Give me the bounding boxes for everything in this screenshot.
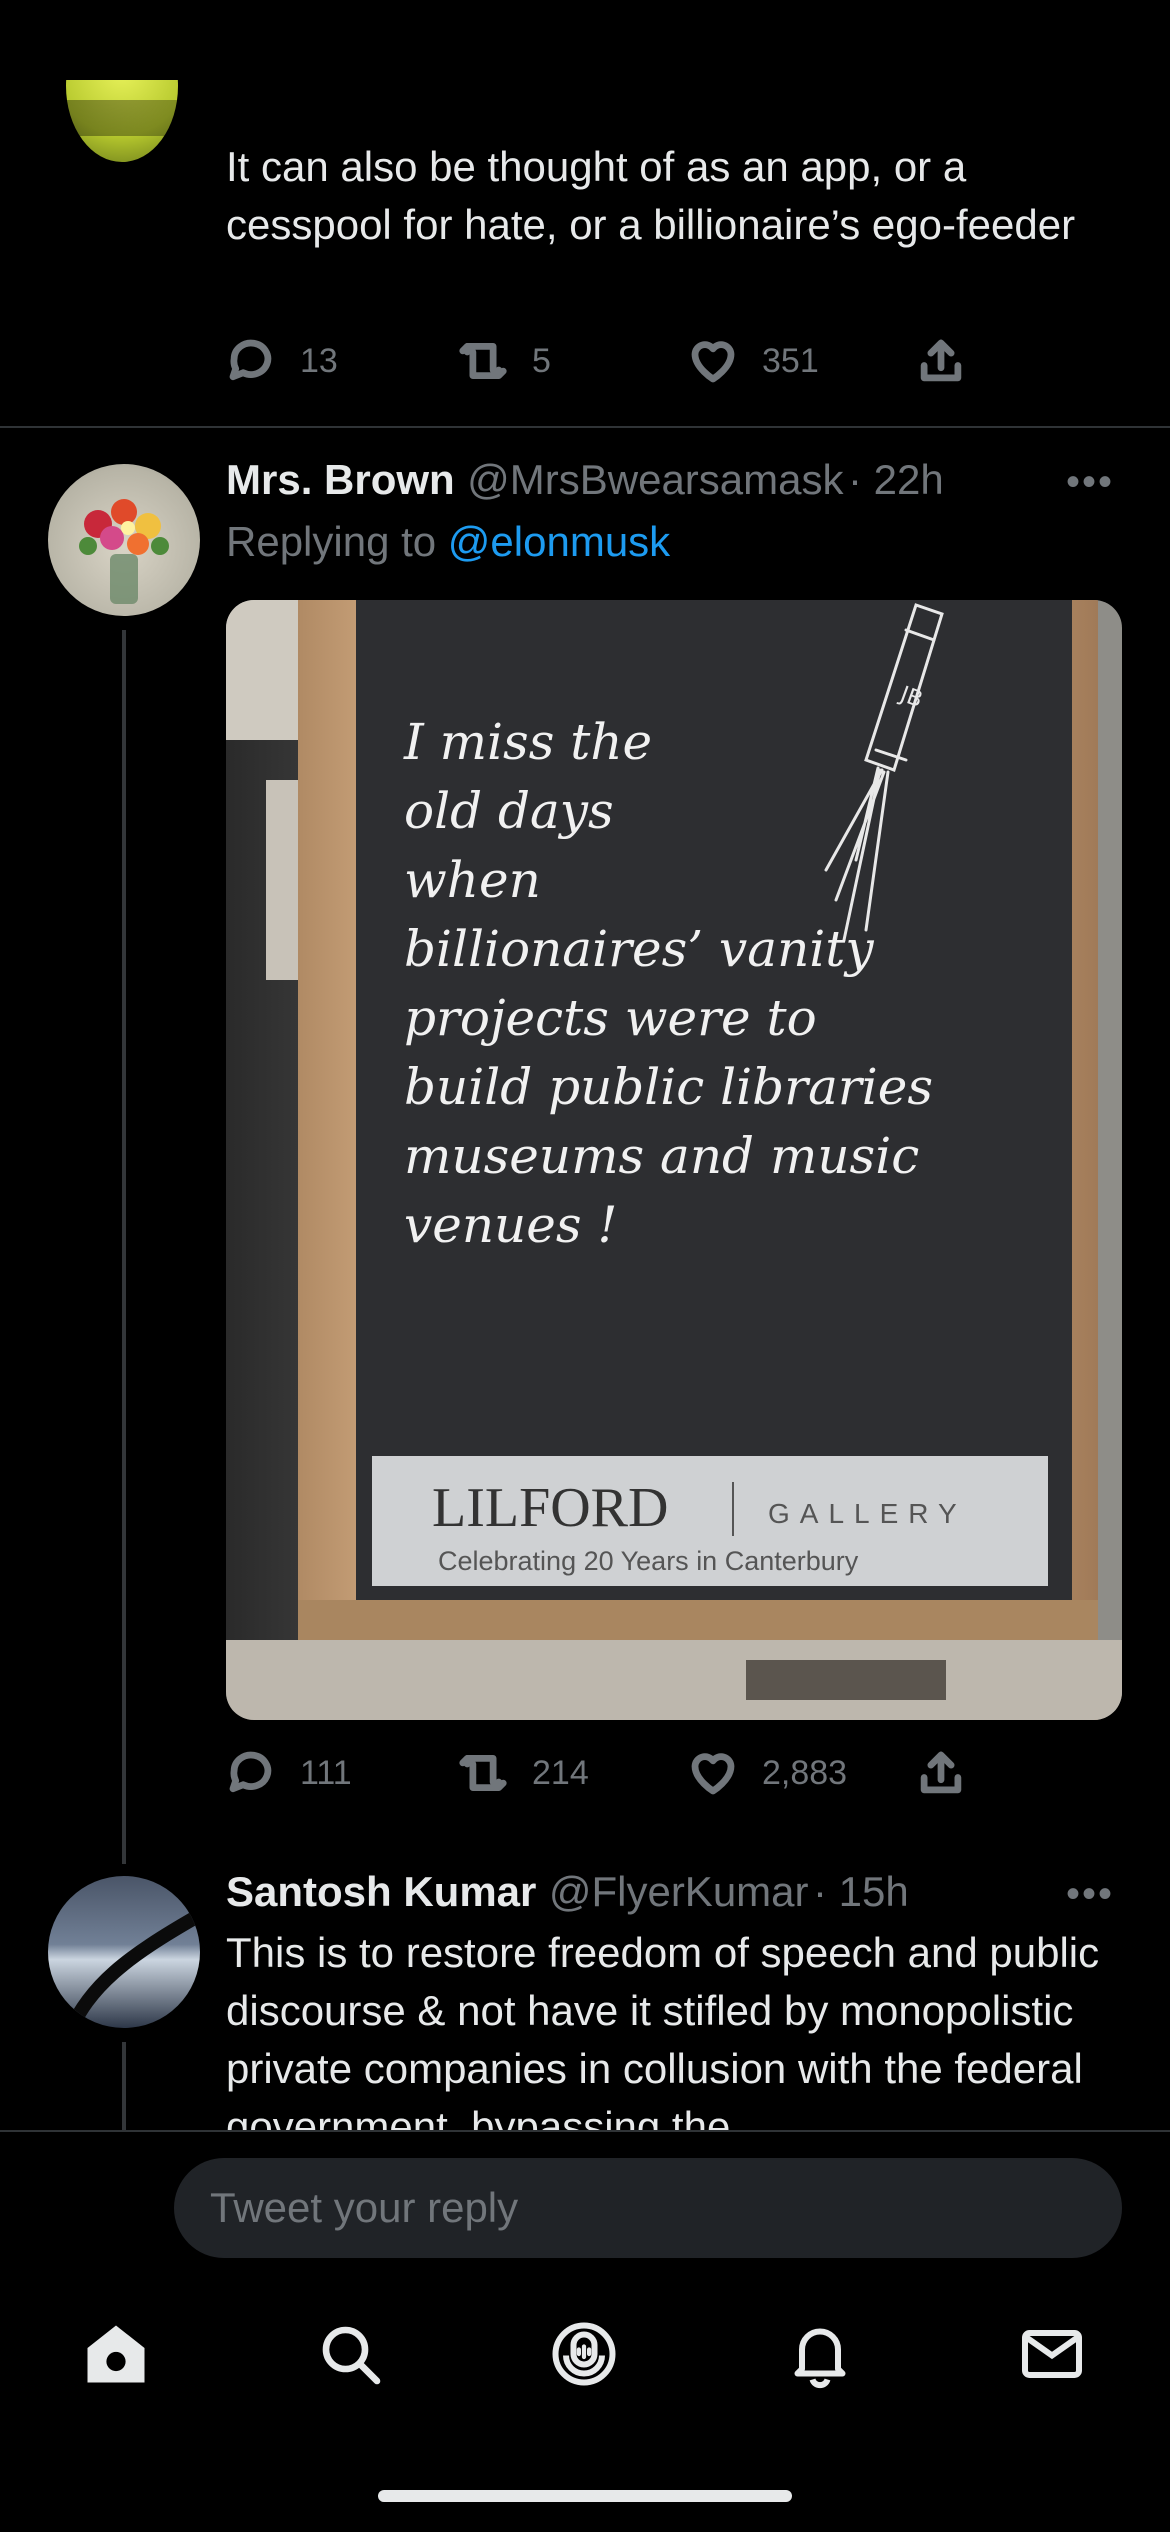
- reply-placeholder: Tweet your reply: [210, 2184, 519, 2231]
- chalk-line: museums and music: [404, 1127, 920, 1185]
- home-indicator[interactable]: [378, 2490, 792, 2502]
- tweet-divider: [0, 426, 1170, 428]
- username[interactable]: @FlyerKumar: [549, 1868, 809, 1915]
- reply-count: 13: [300, 341, 338, 380]
- retweet-count: 5: [532, 341, 551, 380]
- home-icon[interactable]: [80, 2318, 152, 2390]
- reply-icon: [229, 1751, 272, 1793]
- retweet-button[interactable]: 214: [456, 1746, 589, 1800]
- reply-input[interactable]: Tweet your reply: [174, 2158, 1122, 2258]
- reply-button[interactable]: 13: [224, 334, 338, 388]
- chalk-line: I miss the: [404, 713, 653, 771]
- like-count: 351: [762, 341, 819, 380]
- timestamp[interactable]: · 22h: [848, 456, 944, 503]
- chalk-line: venues !: [404, 1196, 618, 1254]
- chalkboard-text: I miss the old days when billionaires’ v…: [404, 708, 1024, 1260]
- reply-button[interactable]: 111: [224, 1746, 352, 1800]
- username[interactable]: @MrsBwearsamask: [467, 456, 843, 503]
- heart-icon: [691, 1753, 735, 1795]
- timestamp[interactable]: · 15h: [813, 1868, 909, 1915]
- gallery-sign: LILFORD GALLERY Celebrating 20 Years in …: [372, 1456, 1048, 1586]
- sign-caption: Celebrating 20 Years in Canterbury: [438, 1546, 859, 1576]
- display-name[interactable]: Santosh Kumar: [226, 1868, 536, 1915]
- like-button[interactable]: 351: [686, 334, 819, 388]
- chalk-line: old days: [404, 782, 614, 840]
- mail-icon[interactable]: [1016, 2318, 1088, 2390]
- reply-count: 111: [300, 1753, 352, 1792]
- avatar[interactable]: [48, 464, 200, 616]
- share-button[interactable]: [914, 1746, 990, 1800]
- sign-gallery: GALLERY: [768, 1498, 967, 1529]
- replying-to: Replying to @elonmusk: [226, 518, 670, 566]
- thread-line: [122, 2042, 126, 2132]
- more-options-button[interactable]: •••: [1066, 1872, 1114, 1917]
- spaces-icon[interactable]: [548, 2318, 620, 2390]
- sign-brand: LILFORD: [432, 1477, 669, 1539]
- retweet-count: 214: [532, 1753, 589, 1792]
- bell-icon[interactable]: [784, 2318, 856, 2390]
- reply-mention-link[interactable]: @elonmusk: [448, 518, 670, 565]
- thread-line: [122, 630, 126, 1864]
- chalk-line: build public libraries: [404, 1058, 934, 1116]
- share-button[interactable]: [914, 334, 990, 388]
- chalk-line: billionaires’ vanity: [404, 920, 874, 978]
- tweet-header: Mrs. Brown @MrsBwearsamask · 22h: [226, 456, 944, 504]
- chalk-line: when: [404, 851, 541, 909]
- avatar[interactable]: [48, 1876, 200, 2028]
- like-button[interactable]: 2,883: [686, 1746, 847, 1800]
- retweet-icon: [459, 343, 507, 379]
- tweet-text: It can also be thought of as an app, or …: [226, 143, 1076, 248]
- heart-icon: [691, 341, 735, 383]
- chalk-line: projects were to: [404, 989, 817, 1047]
- retweet-icon: [459, 1755, 507, 1791]
- like-count: 2,883: [762, 1753, 848, 1792]
- tweet-image[interactable]: JB I miss the old days when billionaires…: [226, 600, 1122, 1720]
- share-icon: [920, 339, 962, 382]
- tweet-header: Santosh Kumar @FlyerKumar · 15h: [226, 1868, 909, 1916]
- replying-to-label: Replying to: [226, 518, 448, 565]
- tweet-text: This is to restore freedom of speech and…: [226, 1929, 1100, 2130]
- share-icon: [920, 1751, 962, 1794]
- more-options-button[interactable]: •••: [1066, 460, 1114, 505]
- search-icon[interactable]: [314, 2318, 386, 2390]
- retweet-button[interactable]: 5: [456, 334, 551, 388]
- display-name[interactable]: Mrs. Brown: [226, 456, 455, 503]
- reply-icon: [229, 339, 272, 381]
